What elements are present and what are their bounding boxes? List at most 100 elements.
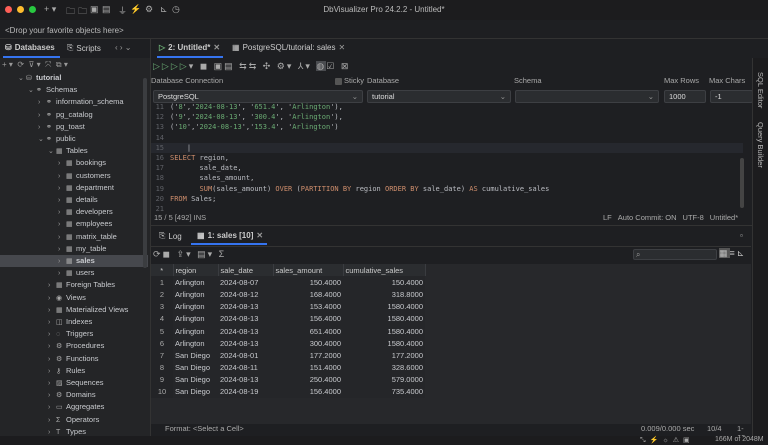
tab-databases[interactable]: ⛁Databases <box>5 43 55 52</box>
code-line[interactable]: 12('9','2024-08-13', '300.4', 'Arlington… <box>151 112 743 122</box>
tab-sales-result[interactable]: ▦1: sales [10]✕ <box>197 231 263 240</box>
table-cell[interactable]: 2 <box>151 288 173 300</box>
tree-item[interactable]: ›▨Sequences <box>0 377 148 389</box>
table-cell[interactable]: 7 <box>151 349 173 361</box>
table-cell[interactable]: 651.4000 <box>273 325 343 337</box>
query-builder-side-tab[interactable]: Query Builder <box>756 122 765 168</box>
table-cell[interactable]: 2024-08-12 <box>218 288 273 300</box>
tree-toolbar[interactable]: + ▾ ⟳ ⊽ ▾ ⤧ ⧉ ▾ <box>2 60 68 70</box>
table-cell[interactable]: 2024-08-13 <box>218 374 273 386</box>
table-cell[interactable]: 3 <box>151 301 173 313</box>
tab-scripts[interactable]: ⎘Scripts <box>67 43 101 53</box>
table-cell[interactable]: 150.4000 <box>273 276 343 288</box>
chevron-right-icon[interactable]: › <box>58 219 66 231</box>
editor-scrollbar[interactable] <box>740 158 744 208</box>
result-toolbar[interactable]: ⟳◼ ⇪▾ ▤▾ Σ <box>153 249 226 260</box>
table-cell[interactable]: 2024-08-19 <box>218 386 273 398</box>
tree-item[interactable]: ›⚭pg_toast <box>0 121 148 133</box>
code-line[interactable]: 19 SUM(sales_amount) OVER (PARTITION BY … <box>151 184 743 194</box>
editor-toolbar[interactable]: ▷▷▷▷▾ ◼ ▣▤ ⇆⇆ ✣ ⚙▾ ⅄▾ ◍☑ ⊠ <box>153 61 350 72</box>
table-cell[interactable]: 156.4000 <box>273 386 343 398</box>
table-cell[interactable]: 2024-08-13 <box>218 313 273 325</box>
chevron-right-icon[interactable]: › <box>48 427 56 436</box>
table-cell[interactable]: Arlington <box>173 288 218 300</box>
tree-item[interactable]: ›▦details <box>0 194 148 206</box>
column-header[interactable]: sale_date <box>218 264 273 276</box>
chevron-right-icon[interactable]: › <box>48 280 56 292</box>
table-cell[interactable]: 151.4000 <box>273 362 343 374</box>
chevron-right-icon[interactable]: › <box>48 390 56 402</box>
code-line[interactable]: 17 sale_date, <box>151 163 743 173</box>
tab-untitled[interactable]: ▷2: Untitled*✕ <box>159 43 220 52</box>
tree-item[interactable]: ›⚷Rules <box>0 365 148 377</box>
table-row[interactable]: 7San Diego2024-08-01177.2000177.2000 <box>151 349 425 361</box>
memory-usage[interactable]: 166M of 2048M <box>715 436 764 443</box>
tree-item[interactable]: ⌄⚭public <box>0 133 148 145</box>
code-line[interactable]: 18 sales_amount, <box>151 173 743 183</box>
chevron-right-icon[interactable]: › <box>58 232 66 244</box>
favorites-bar[interactable]: <Drop your favorite objects here> <box>5 26 124 35</box>
table-cell[interactable]: 2024-08-07 <box>218 276 273 288</box>
chevron-right-icon[interactable]: › <box>48 317 56 329</box>
tree-item[interactable]: ›▦my_table <box>0 243 148 255</box>
table-cell[interactable]: 177.2000 <box>273 349 343 361</box>
tree-item[interactable]: ⌄⚭Schemas <box>0 84 148 96</box>
status-icons[interactable]: ⤡⚡☼⚠▣ <box>640 436 694 445</box>
chevron-right-icon[interactable]: › <box>48 366 56 378</box>
table-cell[interactable]: 2024-08-11 <box>218 362 273 374</box>
table-cell[interactable]: San Diego <box>173 374 218 386</box>
tree-item[interactable]: ›▦sales <box>0 255 148 267</box>
maximize-icon[interactable]: ▫ <box>740 231 743 240</box>
code-line[interactable]: 20FROM Sales; <box>151 194 743 204</box>
table-cell[interactable]: 735.4000 <box>343 386 425 398</box>
table-cell[interactable]: 250.4000 <box>273 374 343 386</box>
table-cell[interactable]: 328.6000 <box>343 362 425 374</box>
chevron-right-icon[interactable]: › <box>48 415 56 427</box>
table-cell[interactable]: 9 <box>151 374 173 386</box>
table-cell[interactable]: 168.4000 <box>273 288 343 300</box>
table-cell[interactable]: 2024-08-01 <box>218 349 273 361</box>
tree-item[interactable]: ›◫Indexes <box>0 316 148 328</box>
code-line[interactable]: 16SELECT region, <box>151 153 743 163</box>
table-cell[interactable]: 1580.4000 <box>343 337 425 349</box>
code-line[interactable]: 14 <box>151 133 743 143</box>
table-row[interactable]: 1Arlington2024-08-07150.4000150.4000 <box>151 276 425 288</box>
sql-editor-side-tab[interactable]: SQL Editor <box>756 72 765 108</box>
close-tab-icon[interactable]: ✕ <box>213 43 220 52</box>
tree-item[interactable]: ›▦matrix_table <box>0 231 148 243</box>
tree-item[interactable]: ›▦developers <box>0 206 148 218</box>
chevron-right-icon[interactable]: › <box>38 122 46 134</box>
result-grid[interactable]: *regionsale_datesales_amountcumulative_s… <box>151 264 426 398</box>
table-row[interactable]: 5Arlington2024-08-13651.40001580.4000 <box>151 325 425 337</box>
chevron-right-icon[interactable]: › <box>58 158 66 170</box>
chevron-right-icon[interactable]: › <box>58 268 66 280</box>
close-tab-icon[interactable]: ✕ <box>339 43 346 52</box>
tree-item[interactable]: ›▦Materialized Views <box>0 304 148 316</box>
code-line[interactable]: 15 | <box>151 143 743 153</box>
tree-item[interactable]: ›▦users <box>0 267 148 279</box>
tree-item[interactable]: ›▦employees <box>0 218 148 230</box>
chevron-right-icon[interactable]: › <box>48 305 56 317</box>
tree-item[interactable]: ›ΣOperators <box>0 414 148 426</box>
table-cell[interactable]: 579.0000 <box>343 374 425 386</box>
chevron-down-icon[interactable]: ⌄ <box>48 146 56 158</box>
table-cell[interactable]: 153.4000 <box>273 301 343 313</box>
chevron-right-icon[interactable]: › <box>48 354 56 366</box>
chevron-right-icon[interactable]: › <box>48 402 56 414</box>
column-header[interactable]: sales_amount <box>273 264 343 276</box>
chevron-right-icon[interactable]: › <box>58 256 66 268</box>
table-cell[interactable]: Arlington <box>173 337 218 349</box>
chevron-down-icon[interactable]: ⌄ <box>38 134 46 146</box>
tree-item[interactable]: ›▦bookings <box>0 157 148 169</box>
table-cell[interactable]: Arlington <box>173 313 218 325</box>
table-cell[interactable]: Arlington <box>173 276 218 288</box>
table-cell[interactable]: 1580.4000 <box>343 301 425 313</box>
tree-item[interactable]: ›⚭pg_catalog <box>0 109 148 121</box>
table-cell[interactable]: 318.8000 <box>343 288 425 300</box>
chevron-right-icon[interactable]: › <box>58 171 66 183</box>
chevron-right-icon[interactable]: › <box>58 195 66 207</box>
table-cell[interactable]: 8 <box>151 362 173 374</box>
chevron-right-icon[interactable]: › <box>58 207 66 219</box>
chevron-right-icon[interactable]: › <box>58 183 66 195</box>
table-cell[interactable]: 5 <box>151 325 173 337</box>
